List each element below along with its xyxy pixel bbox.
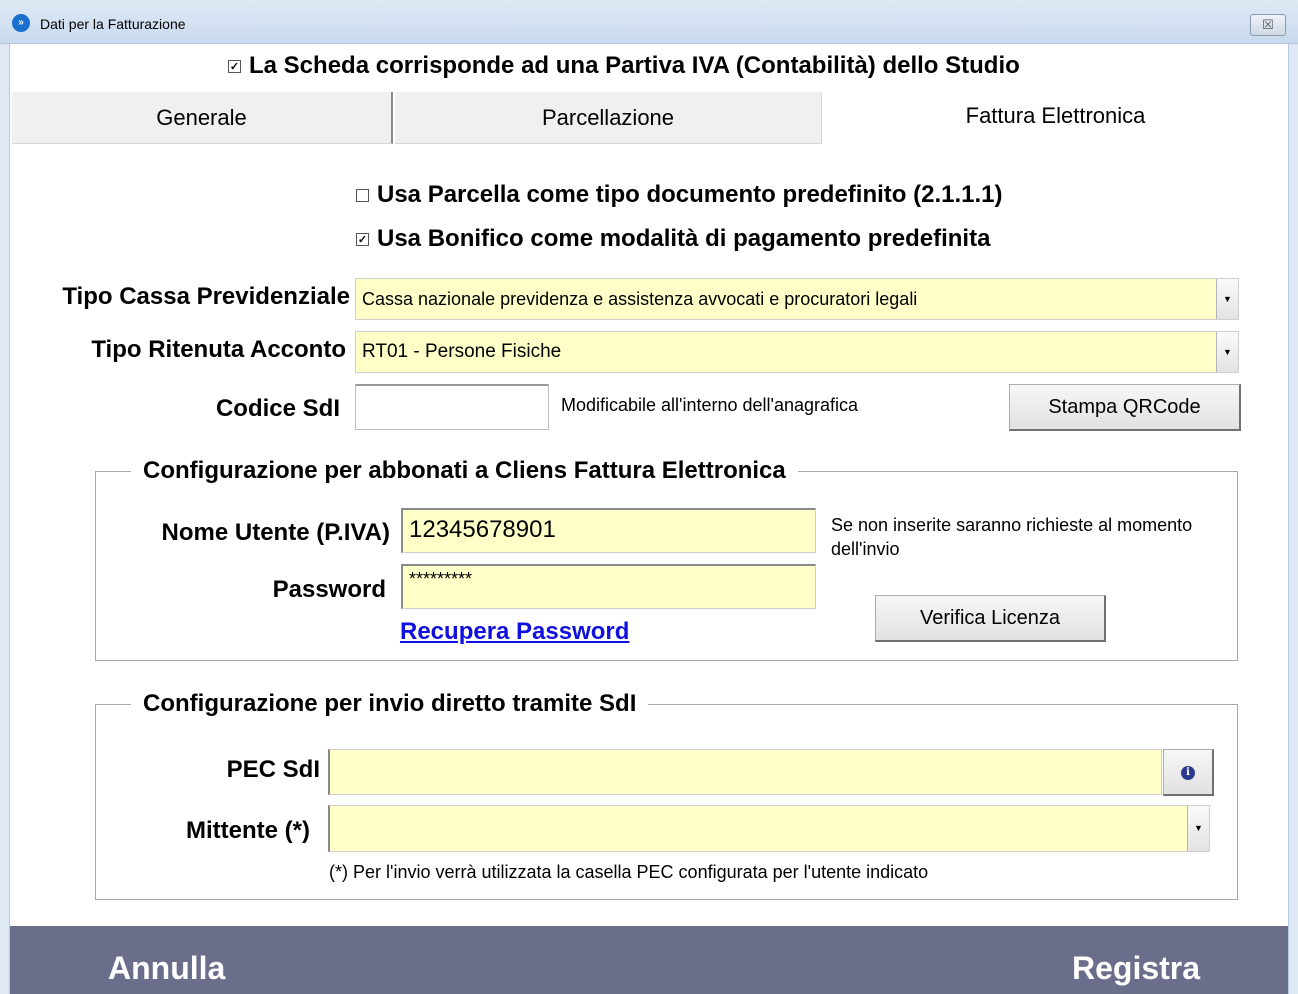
mittente-label: Mittente (*) bbox=[186, 817, 310, 844]
usa-parcella-label: Usa Parcella come tipo documento predefi… bbox=[377, 181, 1003, 208]
partita-iva-label: La Scheda corrisponde ad una Partiva IVA… bbox=[249, 52, 1020, 79]
pec-sdi-input[interactable] bbox=[328, 749, 1162, 795]
credentials-note: Se non inserite saranno richieste al mom… bbox=[831, 515, 1193, 559]
ritenuta-value: RT01 - Persone Fisiche bbox=[362, 341, 562, 362]
tab-parcellazione[interactable]: Parcellazione bbox=[395, 92, 822, 144]
password-label: Password bbox=[272, 576, 386, 603]
password-input[interactable]: ********* bbox=[401, 564, 816, 609]
chevron-down-icon[interactable]: ▼ bbox=[1216, 279, 1238, 319]
mittente-footnote: (*) Per l'invio verrà utilizzata la case… bbox=[329, 862, 929, 882]
checkbox-icon bbox=[356, 189, 369, 203]
cassa-select[interactable]: Cassa nazionale previdenza e assistenza … bbox=[355, 278, 1239, 320]
mittente-select[interactable]: ▼ bbox=[328, 805, 1210, 852]
app-icon: » bbox=[12, 14, 30, 32]
title-bar bbox=[0, 0, 1298, 44]
window-title: Dati per la Fatturazione bbox=[40, 16, 186, 32]
chevron-down-icon[interactable]: ▼ bbox=[1187, 806, 1209, 851]
codice-sdi-label: Codice SdI bbox=[215, 395, 340, 422]
usa-parcella-checkbox[interactable]: Usa Parcella come tipo documento predefi… bbox=[356, 181, 1003, 209]
codice-sdi-input[interactable] bbox=[355, 384, 549, 430]
pec-info-button[interactable]: i bbox=[1163, 749, 1214, 796]
window-border-left bbox=[0, 44, 10, 994]
cliens-group-legend: Configurazione per abbonati a Cliens Fat… bbox=[131, 457, 798, 485]
verifica-licenza-button[interactable]: Verifica Licenza bbox=[875, 595, 1106, 642]
cassa-label: Tipo Cassa Previdenziale bbox=[62, 283, 350, 310]
registra-button[interactable]: Registra bbox=[1072, 950, 1200, 987]
ritenuta-select[interactable]: RT01 - Persone Fisiche ▼ bbox=[355, 331, 1239, 373]
sdi-group-legend: Configurazione per invio diretto tramite… bbox=[131, 690, 649, 718]
username-label: Nome Utente (P.IVA) bbox=[161, 519, 390, 546]
checkbox-icon: ✓ bbox=[228, 60, 241, 74]
window-border-right bbox=[1288, 44, 1298, 994]
pec-sdi-label: PEC SdI bbox=[226, 756, 320, 783]
checkbox-icon: ✓ bbox=[356, 233, 369, 247]
partita-iva-checkbox[interactable]: ✓ La Scheda corrisponde ad una Partiva IV… bbox=[228, 52, 1020, 80]
tab-fattura-elettronica[interactable]: Fattura Elettronica bbox=[823, 92, 1288, 144]
info-icon: i bbox=[1181, 765, 1195, 780]
stampa-qrcode-button[interactable]: Stampa QRCode bbox=[1009, 384, 1241, 431]
usa-bonifico-label: Usa Bonifico come modalità di pagamento … bbox=[377, 225, 991, 252]
codice-sdi-note: Modificabile all'interno dell'anagrafica bbox=[561, 395, 859, 415]
username-input[interactable]: 12345678901 bbox=[401, 508, 816, 553]
recupera-password-link[interactable]: Recupera Password bbox=[400, 618, 629, 646]
close-button[interactable]: ☒ bbox=[1250, 14, 1286, 36]
chevron-down-icon[interactable]: ▼ bbox=[1216, 332, 1238, 372]
usa-bonifico-checkbox[interactable]: ✓ Usa Bonifico come modalità di pagamento… bbox=[356, 225, 990, 253]
annulla-button[interactable]: Annulla bbox=[108, 950, 225, 987]
cassa-value: Cassa nazionale previdenza e assistenza … bbox=[362, 289, 918, 309]
ritenuta-label: Tipo Ritenuta Acconto bbox=[91, 336, 346, 363]
tab-generale[interactable]: Generale bbox=[12, 92, 393, 144]
